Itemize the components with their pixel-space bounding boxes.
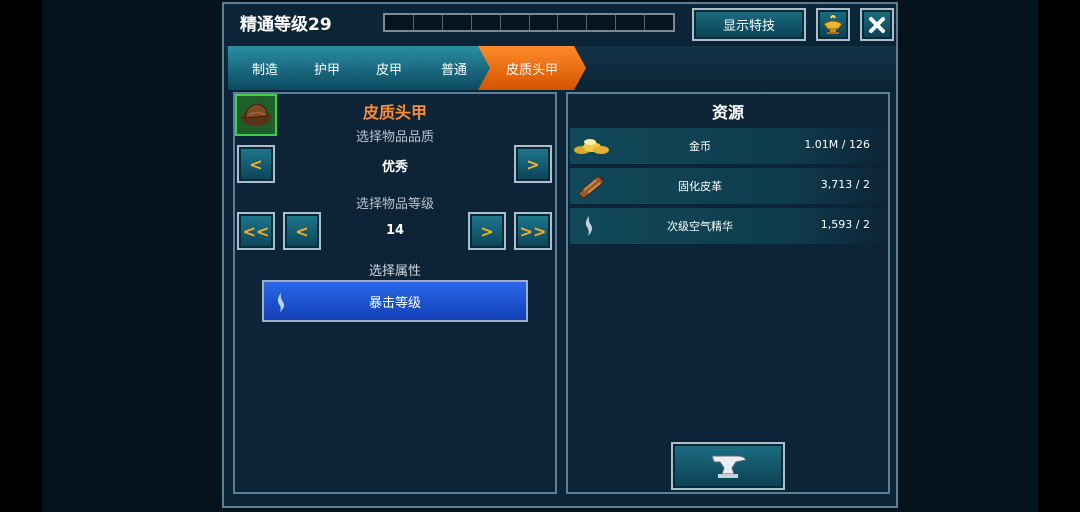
resource-amount: 1,593 / 2: [820, 218, 870, 231]
level-last-button[interactable]: >>: [514, 212, 552, 250]
resource-name: 次级空气精华: [667, 220, 733, 233]
air-essence-icon: [277, 293, 284, 312]
resource-amount: 1.01M / 126: [804, 138, 870, 151]
left-letterbox: [0, 0, 42, 512]
quality-prev-button[interactable]: <: [237, 145, 275, 183]
gold-coins-icon: [574, 139, 609, 154]
lamp-button[interactable]: [816, 8, 850, 41]
level-label: 选择物品等级: [355, 197, 434, 212]
quality-label: 选择物品品质: [355, 130, 434, 145]
resources-title: 资源: [711, 103, 744, 122]
cured-leather-icon: [577, 175, 605, 199]
right-letterbox: [1038, 0, 1080, 512]
resource-row: 金币 1.01M / 126: [570, 128, 886, 164]
tab-label: 护甲: [313, 62, 340, 78]
tab-label: 制造: [251, 62, 278, 78]
attribute-value: 暴击等级: [368, 295, 421, 311]
double-arrow-right-icon: >>: [519, 221, 547, 241]
arrow-right-icon: >: [526, 154, 540, 174]
attribute-select-button[interactable]: 暴击等级: [262, 280, 528, 322]
close-icon: [869, 16, 885, 33]
tab-label: 皮甲: [375, 62, 402, 78]
air-essence-icon: [585, 216, 592, 236]
attribute-label: 选择属性: [368, 264, 421, 279]
resource-name: 固化皮革: [678, 180, 722, 193]
arrow-right-icon: >: [480, 221, 494, 241]
show-skills-button[interactable]: 显示特技: [692, 8, 806, 41]
arrow-left-icon: <: [295, 221, 309, 241]
resource-name: 金币: [689, 140, 711, 153]
tab-leather-helm[interactable]: 皮质头甲: [478, 46, 586, 90]
level-first-button[interactable]: <<: [237, 212, 275, 250]
tab-label: 皮质头甲: [505, 62, 558, 78]
lamp-icon: [823, 14, 843, 34]
tab-crafting[interactable]: 制造: [228, 46, 302, 90]
craft-button[interactable]: [671, 442, 785, 490]
close-button[interactable]: [860, 8, 894, 41]
anvil-icon: [711, 455, 747, 478]
level-next-button[interactable]: >: [468, 212, 506, 250]
resource-row: 次级空气精华 1,593 / 2: [570, 208, 886, 244]
double-arrow-left-icon: <<: [242, 221, 270, 241]
quality-next-button[interactable]: >: [514, 145, 552, 183]
show-skills-label: 显示特技: [722, 19, 775, 34]
tab-label: 普通: [440, 62, 467, 78]
level-prev-button[interactable]: <: [283, 212, 321, 250]
mastery-progress-bar: [383, 13, 675, 32]
resource-row: 固化皮革 3,713 / 2: [570, 168, 886, 204]
resource-amount: 3,713 / 2: [820, 178, 870, 191]
arrow-left-icon: <: [249, 154, 263, 174]
mastery-level-title: 精通等级29: [240, 15, 332, 35]
item-name: 皮质头甲: [362, 103, 427, 122]
